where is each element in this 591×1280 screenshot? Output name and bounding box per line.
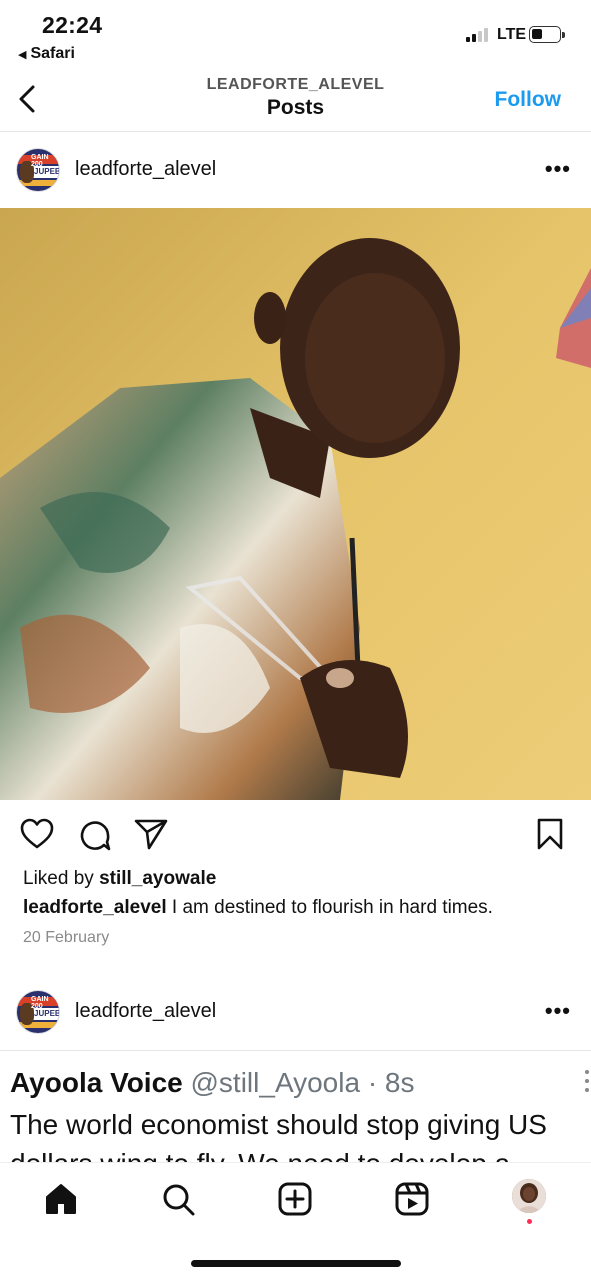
post-caption: leadforte_alevel I am destined to flouri… <box>23 897 583 919</box>
search-icon[interactable] <box>160 1181 196 1217</box>
tweet-header: Ayoola Voice @still_Ayoola · 8s <box>10 1067 415 1099</box>
status-bar: 22:24 ◀ Safari LTE <box>0 0 591 70</box>
back-app-label: Safari <box>30 45 75 62</box>
post-username[interactable]: leadforte_alevel <box>75 158 216 181</box>
avatar[interactable]: GAIN 200 JUPEB <box>16 148 60 192</box>
network-label: LTE <box>497 26 527 43</box>
back-to-safari-link[interactable]: ◀ Safari <box>18 45 75 63</box>
more-options-icon[interactable]: ••• <box>545 998 571 1024</box>
tweet-text-line: dollars wing to fly. We need to develop … <box>10 1148 510 1162</box>
notification-dot <box>527 1219 532 1224</box>
caption-text: I am destined to flourish in hard times. <box>166 897 493 918</box>
signal-icon <box>466 28 488 42</box>
post-image[interactable] <box>0 208 591 800</box>
avatar[interactable]: GAIN 200 JUPEB <box>16 990 60 1034</box>
battery-icon <box>529 26 565 43</box>
tweet-text-line: The world economist should stop giving U… <box>10 1109 547 1140</box>
save-bookmark-icon[interactable] <box>536 818 564 850</box>
back-triangle-icon: ◀ <box>18 48 27 61</box>
post-date: 20 February <box>23 929 110 946</box>
comment-icon[interactable] <box>78 818 112 852</box>
profile-tab-avatar[interactable] <box>512 1179 546 1213</box>
more-options-icon[interactable]: ••• <box>545 156 571 182</box>
home-indicator <box>191 1260 401 1267</box>
share-send-icon[interactable] <box>134 818 168 850</box>
tweet-handle: @still_Ayoola · 8s <box>190 1067 415 1098</box>
post-header: GAIN 200 JUPEB leadforte_alevel ••• <box>0 132 591 208</box>
home-icon[interactable] <box>43 1181 79 1217</box>
post-header: GAIN 200 JUPEB leadforte_alevel ••• <box>0 974 591 1050</box>
like-heart-icon[interactable] <box>20 818 54 850</box>
tweet-author: Ayoola Voice <box>10 1067 183 1098</box>
reels-icon[interactable] <box>394 1181 430 1217</box>
create-post-icon[interactable] <box>277 1181 313 1217</box>
post-actions <box>0 812 591 858</box>
nav-header: LEADFORTE_ALEVEL Posts Follow <box>0 70 591 132</box>
tweet-more-icon <box>585 1070 589 1092</box>
liked-by-user[interactable]: still_ayowale <box>99 868 216 889</box>
post-username[interactable]: leadforte_alevel <box>75 1000 216 1023</box>
caption-username[interactable]: leadforte_alevel <box>23 897 167 918</box>
post-image-tweet[interactable]: Ayoola Voice @still_Ayoola · 8s The worl… <box>0 1050 591 1162</box>
status-time: 22:24 <box>42 12 103 38</box>
follow-button[interactable]: Follow <box>495 88 562 112</box>
liked-by-text[interactable]: Liked by still_ayowale <box>23 868 216 890</box>
